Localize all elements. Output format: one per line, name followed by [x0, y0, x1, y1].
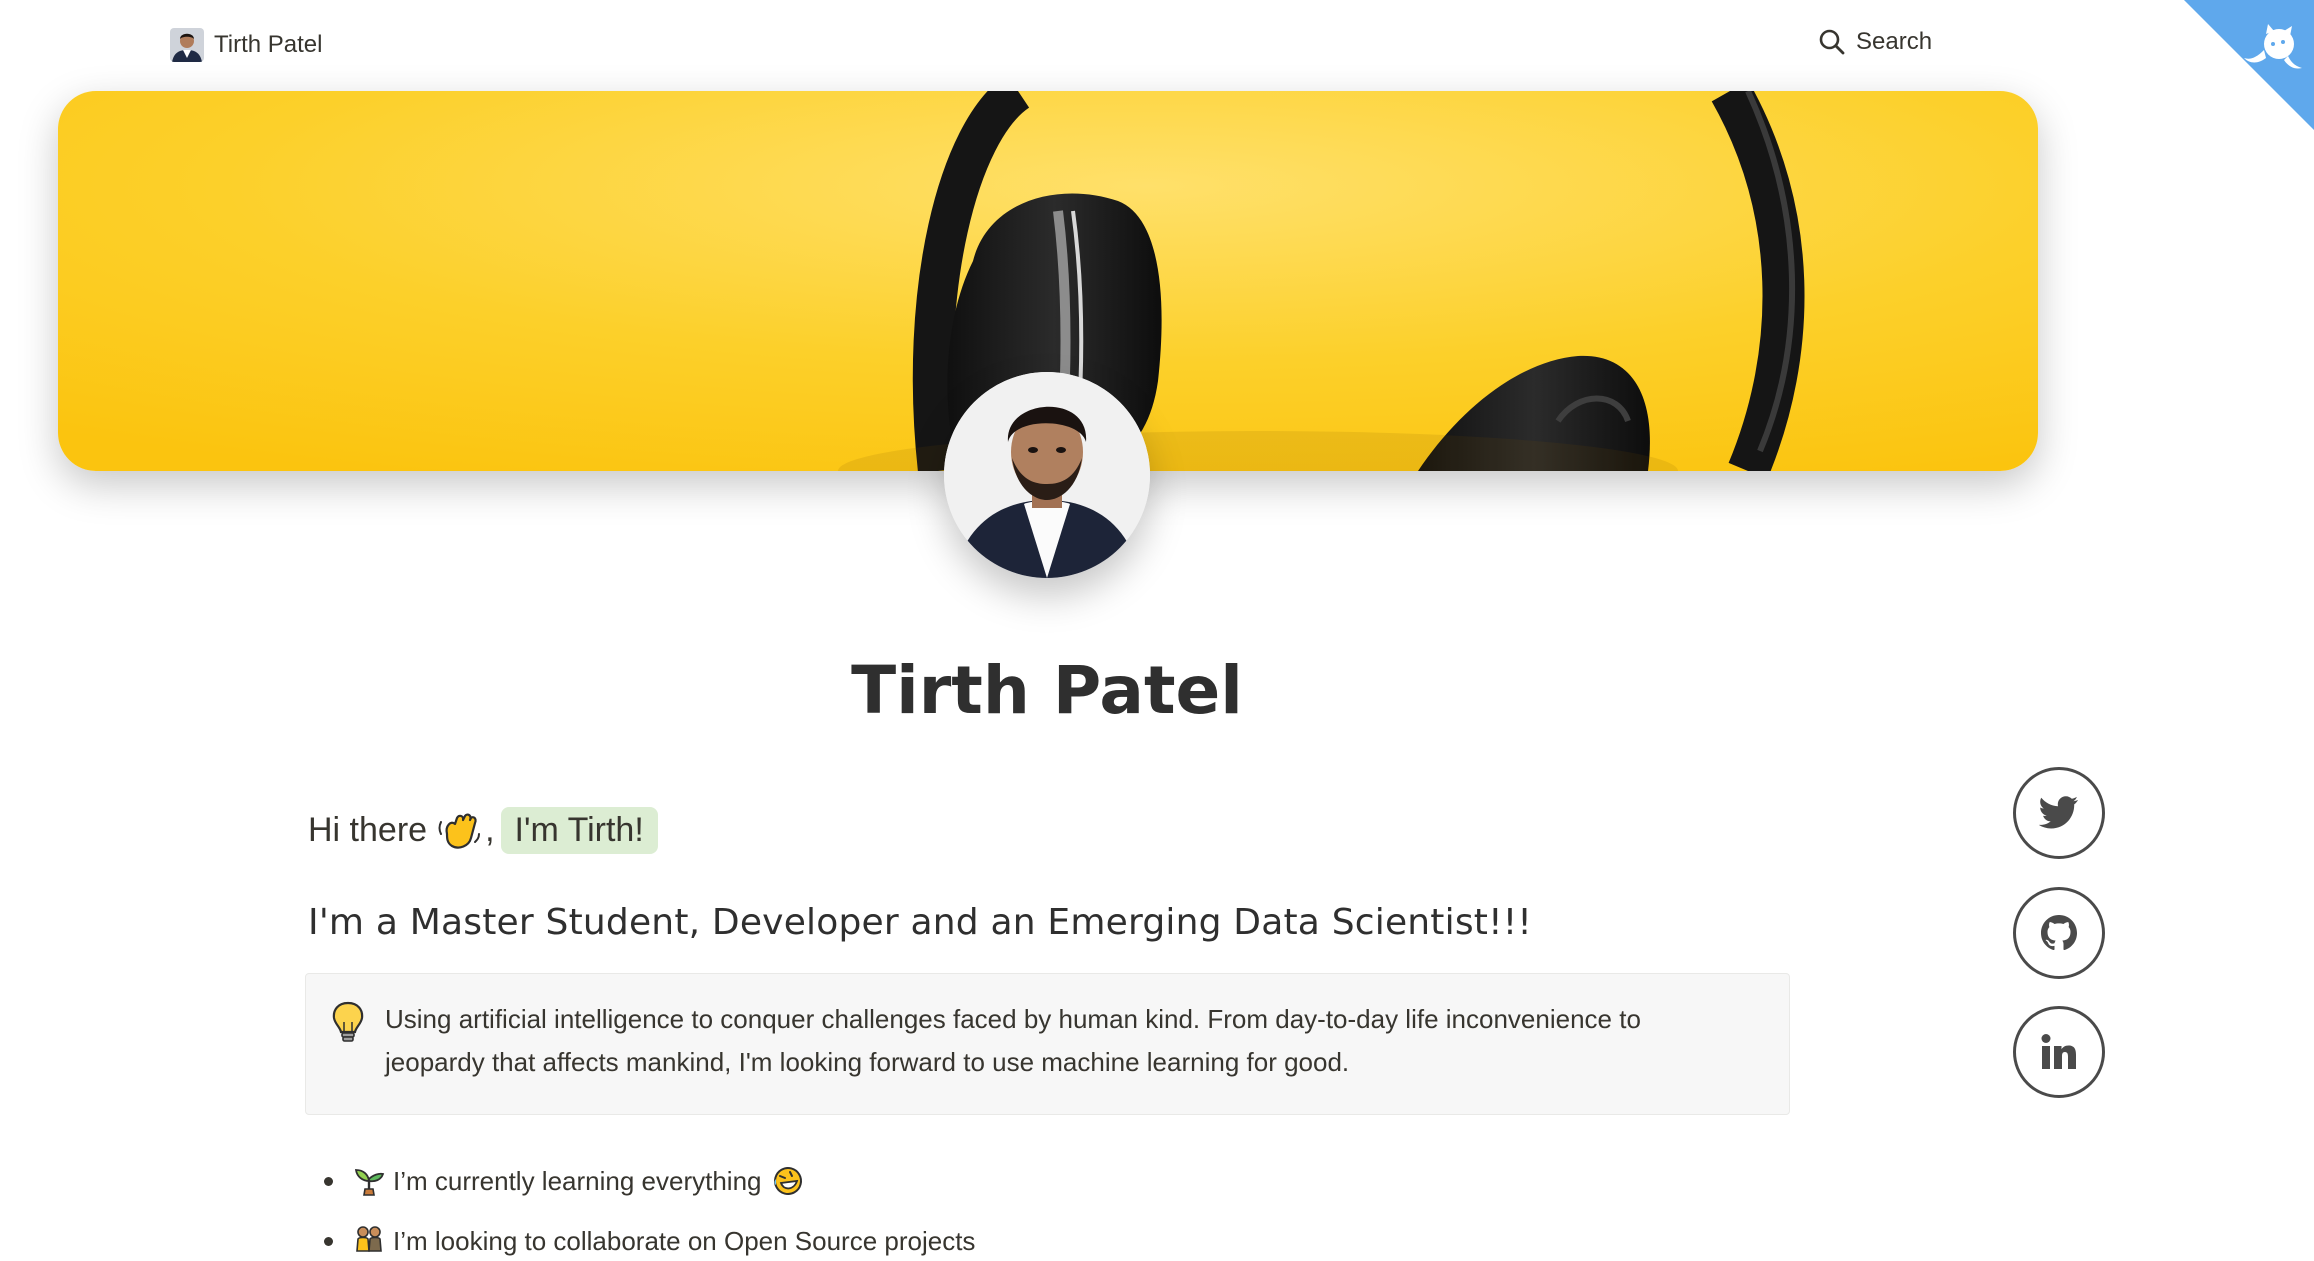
name-highlight: I'm Tirth!: [500, 806, 658, 854]
github-button[interactable]: [2013, 887, 2105, 979]
page-title: Tirth Patel: [851, 652, 1243, 729]
greeting-comma: ,: [485, 810, 495, 849]
social-github-button[interactable]: [2013, 887, 2105, 979]
github-corner-link[interactable]: [2184, 0, 2314, 130]
linkedin-icon: [2041, 1034, 2076, 1069]
bullet-text: I’m looking to collaborate on Open Sourc…: [393, 1225, 976, 1256]
people-holding-hands-icon: [356, 1226, 382, 1252]
site-name: Tirth Patel: [214, 31, 323, 58]
site-brand-link[interactable]: Tirth Patel: [170, 28, 322, 62]
list-item: I’m looking to collaborate on Open Sourc…: [308, 1211, 1790, 1261]
bullet-text: I’m currently learning everything: [393, 1165, 762, 1196]
social-linkedin-button[interactable]: [2013, 1006, 2105, 1098]
bullet-list: I’m currently learning everything I’m lo…: [308, 1151, 1790, 1261]
linkedin-button[interactable]: [2013, 1006, 2105, 1098]
waving-hand-icon: [438, 813, 481, 849]
search-label: Search: [1856, 28, 1933, 55]
list-item: I’m currently learning everything: [308, 1151, 1790, 1211]
top-nav: Tirth Patel Search: [0, 0, 2314, 130]
lightbulb-icon: [332, 1001, 364, 1042]
greeting-line: Hi there , I'm Tirth!: [308, 800, 1790, 860]
rofl-face-icon: [773, 1167, 802, 1195]
profile-portrait-image: [944, 372, 1150, 578]
twitter-button[interactable]: [2013, 767, 2105, 859]
callout-text: Using artificial intelligence to conquer…: [385, 1004, 1641, 1077]
greeting-text: Hi there: [308, 810, 428, 849]
social-twitter-button[interactable]: [2013, 767, 2105, 859]
bullet-dot: [324, 1236, 333, 1246]
seedling-icon: [354, 1169, 385, 1196]
github-octocat-icon: [2184, 0, 2314, 130]
avatar-icon: [170, 28, 204, 62]
twitter-icon: [2039, 796, 2078, 829]
callout-block: Using artificial intelligence to conquer…: [305, 973, 1790, 1115]
page: Tirth Patel Search Tirth Patel Hi there …: [0, 0, 2314, 1261]
bullet-dot: [324, 1176, 333, 1186]
profile-photo: [944, 372, 1150, 578]
search-icon: [1819, 29, 1845, 55]
github-icon: [2041, 915, 2077, 951]
page-content: Hi there , I'm Tirth! I'm a Master Stude…: [305, 800, 1790, 1261]
tagline-heading: I'm a Master Student, Developer and an E…: [308, 902, 1532, 943]
search-button[interactable]: Search: [1818, 28, 1932, 56]
